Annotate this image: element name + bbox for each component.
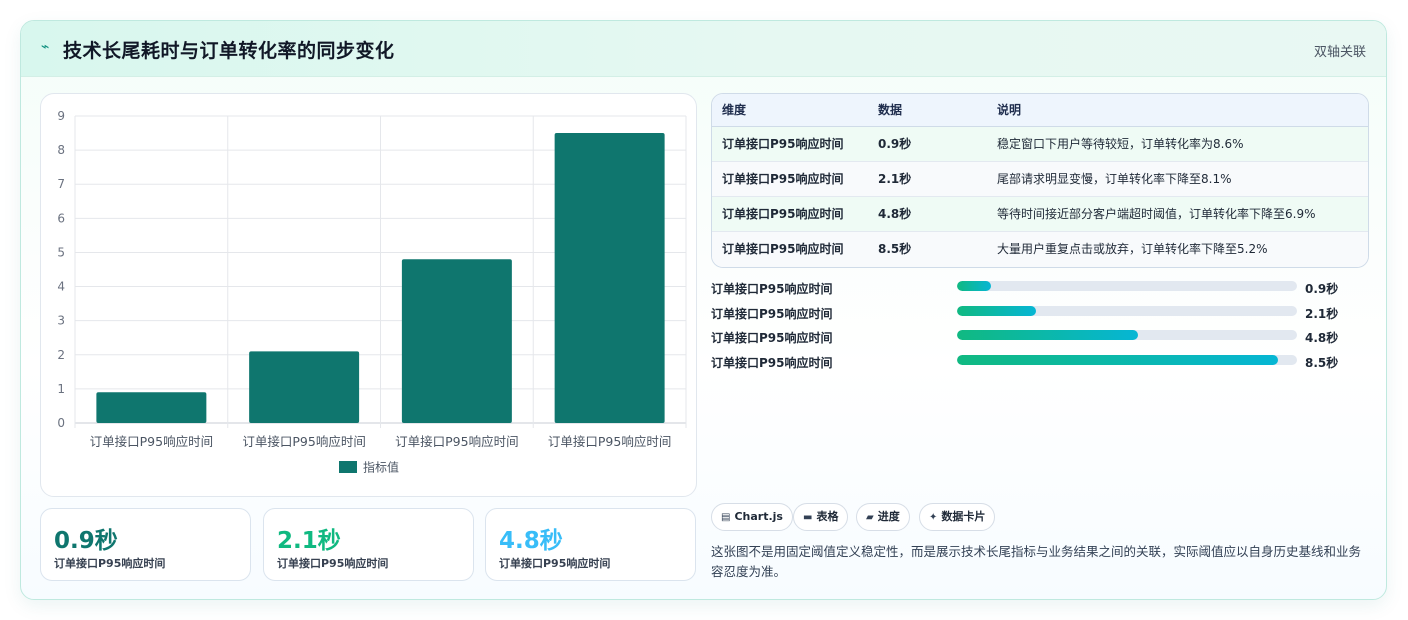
y-tick-label: 9 [57,109,65,123]
chip-data-card[interactable]: ✦ 数据卡片 [919,503,996,531]
x-tick-label: 订单接口P95响应时间 [90,434,213,449]
progress-row: 订单接口P95响应时间 8.5秒 [711,351,1369,376]
header-tag: 双轴关联 [1313,45,1366,60]
progress-value: 8.5秒 [1305,356,1339,371]
footnote: 这张图不是用固定阈值定义稳定性，而是展示技术长尾指标与业务结果之间的关联，实际阈… [711,544,1362,579]
table-cell-val: 2.1秒 [878,172,912,186]
bar [554,133,665,424]
table-cell-desc: 尾部请求明显变慢，订单转化率下降至8.1% [997,172,1232,186]
sparkle-icon: ✦ [929,512,938,523]
stat-value: 0.9秒 [54,528,118,554]
table-cell-val: 0.9秒 [878,137,912,151]
bar [249,351,360,423]
progress-list: 订单接口P95响应时间 0.9秒 订单接口P95响应时间 2.1秒 订单接口P9… [711,277,1369,376]
table-cell-val: 4.8秒 [878,207,912,221]
y-tick-label: 2 [57,348,65,362]
progress-fill [957,330,1139,341]
progress-fill [957,281,991,291]
progress-track [957,330,1297,341]
bar [96,392,207,423]
y-tick-label: 4 [57,280,65,294]
y-tick-label: 6 [57,211,65,225]
table-cell-dim: 订单接口P95响应时间 [722,207,844,221]
y-tick-label: 5 [57,245,65,259]
table-cell-desc: 等待时间接近部分客户端超时阈值，订单转化率下降至6.9% [997,207,1316,221]
table-icon: ▬ [803,512,813,523]
data-table: 维度 数据 说明 订单接口P95响应时间 0.9秒 稳定窗口下用户等待较短，订单… [711,93,1369,268]
y-tick-label: 3 [57,314,65,328]
chip-label: Chart.js [734,510,783,523]
table-cell-desc: 大量用户重复点击或放弃，订单转化率下降至5.2% [997,242,1268,256]
y-tick-label: 8 [57,143,65,157]
progress-row: 订单接口P95响应时间 2.1秒 [711,302,1369,327]
chip-chartjs[interactable]: ▤ Chart.js [711,503,793,531]
chart-icon: ▤ [721,512,731,523]
progress-fill [957,305,1037,316]
chip-label: 数据卡片 [941,510,986,523]
chip-label: 表格 [816,510,839,523]
x-tick-label: 订单接口P95响应时间 [242,434,365,449]
progress-track [957,305,1297,316]
table-row: 订单接口P95响应时间 8.5秒 大量用户重复点击或放弃，订单转化率下降至5.2… [712,232,1368,267]
stat-card: 2.1秒 订单接口P95响应时间 [263,508,474,581]
table-row: 订单接口P95响应时间 0.9秒 稳定窗口下用户等待较短，订单转化率为8.6% [712,127,1368,162]
y-tick-label: 1 [57,382,65,396]
table-header: 维度 数据 说明 [712,94,1368,127]
stat-label: 订单接口P95响应时间 [54,557,166,570]
progress-icon: ▰ [866,512,874,523]
progress-label: 订单接口P95响应时间 [711,331,833,346]
stat-label: 订单接口P95响应时间 [277,557,389,570]
table-cell-dim: 订单接口P95响应时间 [722,242,844,256]
y-tick-label: 7 [57,177,65,191]
table-header-desc: 说明 [997,103,1022,117]
stat-card: 0.9秒 订单接口P95响应时间 [40,508,251,581]
table-cell-dim: 订单接口P95响应时间 [722,137,844,151]
progress-row: 订单接口P95响应时间 0.9秒 [711,277,1369,302]
bar-chart: 0 1 2 3 4 5 6 7 8 9 订单接口P95响应时间 订单接口P95响应时间 订单接口P95响… [57,109,687,475]
chip-label: 进度 [877,510,900,523]
progress-track [957,281,1297,291]
table-row: 订单接口P95响应时间 2.1秒 尾部请求明显变慢，订单转化率下降至8.1% [712,162,1368,197]
progress-track [957,355,1297,366]
chip-progress[interactable]: ▰ 进度 [856,503,910,531]
dashboard-card: ⌁ 技术长尾耗时与订单转化率的同步变化 双轴关联 0 1 2 3 4 5 6 7 8 9 订单接口P… [20,20,1387,600]
legend-label: 指标值 [363,460,399,475]
table-row: 订单接口P95响应时间 4.8秒 等待时间接近部分客户端超时阈值，订单转化率下降… [712,197,1368,232]
legend-swatch [339,461,357,473]
progress-label: 订单接口P95响应时间 [711,306,833,321]
progress-label: 订单接口P95响应时间 [711,356,833,371]
page-title: 技术长尾耗时与订单转化率的同步变化 [63,40,395,62]
x-tick-label: 订单接口P95响应时间 [395,434,518,449]
table-cell-dim: 订单接口P95响应时间 [722,172,844,186]
progress-value: 0.9秒 [1305,282,1339,296]
progress-fill [957,355,1279,366]
y-tick-label: 0 [57,416,65,430]
pulse-icon: ⌁ [41,39,50,55]
card-header: ⌁ 技术长尾耗时与订单转化率的同步变化 双轴关联 [21,21,1386,77]
bar-chart-panel: 0 1 2 3 4 5 6 7 8 9 订单接口P95响应时间 订单接口P95响应时间 订单接口P95响… [40,93,697,497]
table-header-dim: 维度 [722,103,747,117]
stat-card: 4.8秒 订单接口P95响应时间 [485,508,696,581]
progress-value: 4.8秒 [1305,331,1339,346]
chip-table[interactable]: ▬ 表格 [793,503,849,531]
stat-value: 2.1秒 [277,528,341,554]
x-tick-label: 订单接口P95响应时间 [548,434,671,449]
table-header-val: 数据 [878,103,903,117]
table-cell-desc: 稳定窗口下用户等待较短，订单转化率为8.6% [997,137,1244,151]
table-cell-val: 8.5秒 [878,242,912,256]
stat-label: 订单接口P95响应时间 [499,557,611,570]
progress-row: 订单接口P95响应时间 4.8秒 [711,326,1369,351]
stat-value: 4.8秒 [499,528,563,554]
bar [401,259,512,423]
progress-value: 2.1秒 [1305,306,1339,321]
progress-label: 订单接口P95响应时间 [711,282,833,296]
